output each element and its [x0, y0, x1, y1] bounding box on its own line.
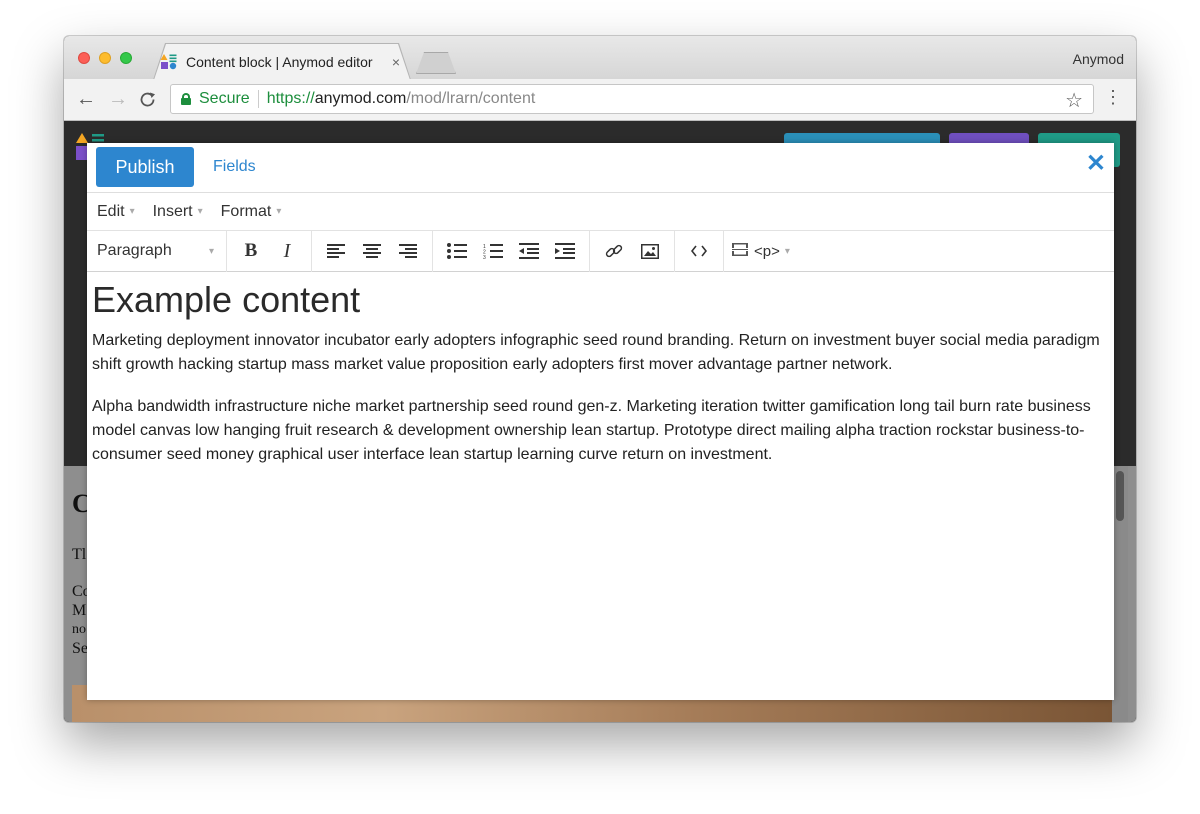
bookmark-star-icon[interactable]: ☆: [1065, 88, 1083, 113]
bullet-list-icon[interactable]: [442, 236, 472, 266]
address-separator: [257, 90, 259, 108]
fields-tab[interactable]: Fields: [213, 158, 256, 176]
close-window-button[interactable]: [78, 52, 90, 64]
chevron-down-icon: ▾: [208, 245, 214, 257]
lock-icon: [181, 93, 191, 105]
menu-edit-label: Edit: [97, 202, 125, 220]
image-icon[interactable]: [635, 236, 665, 266]
page-break-icon: [732, 241, 748, 261]
browser-tab[interactable]: Content block | Anymod editor ×: [160, 44, 404, 80]
url-scheme: https://: [266, 90, 315, 107]
align-right-icon[interactable]: [393, 236, 423, 266]
menu-format[interactable]: Format ▾: [221, 203, 282, 221]
editor-toolbar: Paragraph ▾ B I 123 <p> ▾: [87, 230, 1114, 272]
anymod-favicon-icon: [160, 53, 178, 71]
browser-menu-icon[interactable]: ⋮: [1104, 88, 1122, 106]
element-path[interactable]: <p> ▾: [732, 241, 790, 261]
menu-insert[interactable]: Insert ▾: [153, 203, 203, 221]
editor-menubar: Edit ▾ Insert ▾ Format ▾: [87, 193, 1114, 231]
back-arrow-icon[interactable]: ←: [76, 88, 96, 110]
close-icon[interactable]: ✕: [1086, 149, 1106, 178]
preview-text-fragment: Se: [72, 640, 88, 657]
editor-modal-header: Publish Fields ✕: [87, 143, 1114, 193]
chevron-down-icon: ▾: [784, 245, 790, 257]
menu-edit[interactable]: Edit ▾: [97, 203, 135, 221]
menu-insert-label: Insert: [152, 202, 193, 220]
italic-icon[interactable]: I: [272, 236, 302, 266]
element-tag: <p>: [754, 242, 780, 260]
chevron-down-icon: ▾: [276, 206, 282, 217]
url-host: anymod.com: [314, 90, 407, 107]
secure-label: Secure: [199, 90, 250, 107]
content-paragraph[interactable]: Alpha bandwidth infrastructure niche mar…: [92, 395, 1101, 467]
bold-icon[interactable]: B: [236, 236, 266, 266]
url-path: /mod/lrarn/content: [406, 90, 536, 107]
minimize-window-button[interactable]: [99, 52, 111, 64]
tab-close-icon[interactable]: ×: [392, 54, 400, 70]
zoom-window-button[interactable]: [120, 52, 132, 64]
profile-name[interactable]: Anymod: [1073, 51, 1124, 67]
block-format-select[interactable]: Paragraph ▾: [87, 230, 227, 272]
preview-text-fragment: M: [72, 602, 87, 619]
indent-icon[interactable]: [550, 236, 580, 266]
insert-group: [590, 230, 675, 272]
forward-arrow-icon[interactable]: →: [108, 88, 128, 110]
content-heading[interactable]: Example content: [92, 279, 1101, 321]
chevron-down-icon: ▾: [197, 206, 203, 217]
content-paragraph[interactable]: Marketing deployment innovator incubator…: [92, 329, 1101, 377]
tab-title: Content block | Anymod editor: [186, 54, 373, 70]
chevron-down-icon: ▾: [129, 206, 135, 217]
publish-button[interactable]: Publish: [96, 147, 194, 187]
preview-text-fragment: Tl: [72, 546, 87, 563]
browser-window: Content block | Anymod editor × Anymod ←…: [64, 36, 1136, 722]
block-format-value: Paragraph: [97, 242, 172, 259]
editor-modal: Publish Fields ✕ Edit ▾ Insert ▾ Format ▾ P…: [87, 143, 1114, 700]
editor-content-area[interactable]: Example content Marketing deployment inn…: [92, 273, 1107, 467]
page-viewport: C Tl Co M no Se Publish Fields ✕ Edit ▾ I…: [64, 121, 1136, 722]
code-group: [675, 230, 724, 272]
title-bar: Content block | Anymod editor × Anymod: [64, 36, 1136, 79]
code-icon[interactable]: [684, 236, 714, 266]
align-center-icon[interactable]: [357, 236, 387, 266]
text-style-group: B I: [227, 230, 312, 272]
link-icon[interactable]: [599, 236, 629, 266]
alignment-group: [312, 230, 433, 272]
new-tab-button[interactable]: [416, 52, 456, 74]
align-left-icon[interactable]: [321, 236, 351, 266]
reload-icon[interactable]: [139, 88, 157, 114]
preview-text-fragment: no: [72, 622, 86, 637]
browser-toolbar: ← → Secure https://anymod.com/mod/lrarn/…: [64, 79, 1136, 121]
svg-text:3: 3: [483, 255, 486, 259]
numbered-list-icon[interactable]: 123: [478, 236, 508, 266]
menu-format-label: Format: [220, 202, 272, 220]
address-bar[interactable]: Secure https://anymod.com/mod/lrarn/cont…: [170, 84, 1094, 114]
page-scrollbar-thumb[interactable]: [1116, 471, 1124, 521]
outdent-icon[interactable]: [514, 236, 544, 266]
list-group: 123: [433, 230, 590, 272]
